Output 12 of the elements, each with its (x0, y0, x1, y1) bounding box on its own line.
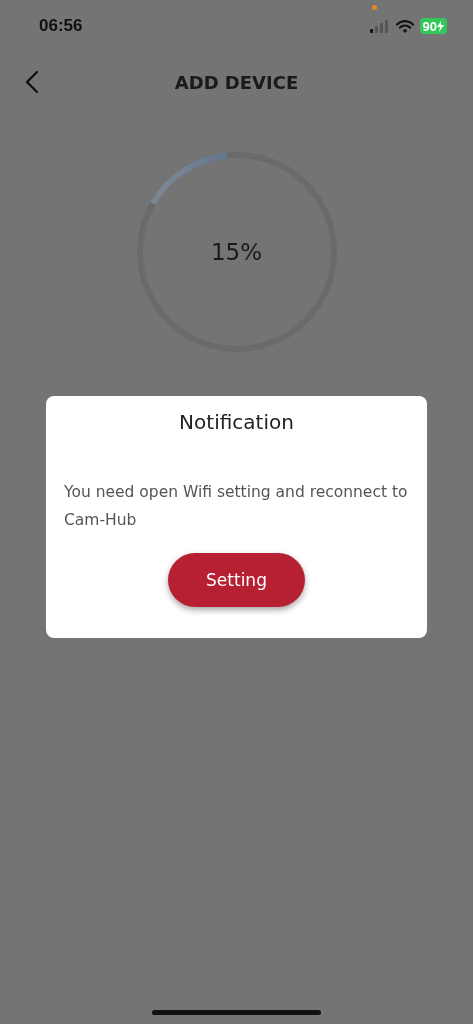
status-time: 06:56 (39, 16, 83, 36)
signal-icon (369, 19, 390, 33)
dialog-message: You need open Wifi setting and reconnect to Cam-Hub (64, 482, 409, 531)
screen-title: ADD DEVICE (174, 71, 299, 93)
battery-indicator: 90 (419, 18, 447, 34)
setting-button[interactable]: Setting (168, 553, 305, 607)
privacy-dot-icon (371, 5, 377, 10)
dialog-title: Notification (179, 410, 294, 434)
back-icon[interactable] (25, 70, 39, 94)
charging-bolt-icon (437, 20, 444, 32)
wifi-icon (395, 19, 414, 33)
progress-percent: 15% (210, 239, 263, 265)
